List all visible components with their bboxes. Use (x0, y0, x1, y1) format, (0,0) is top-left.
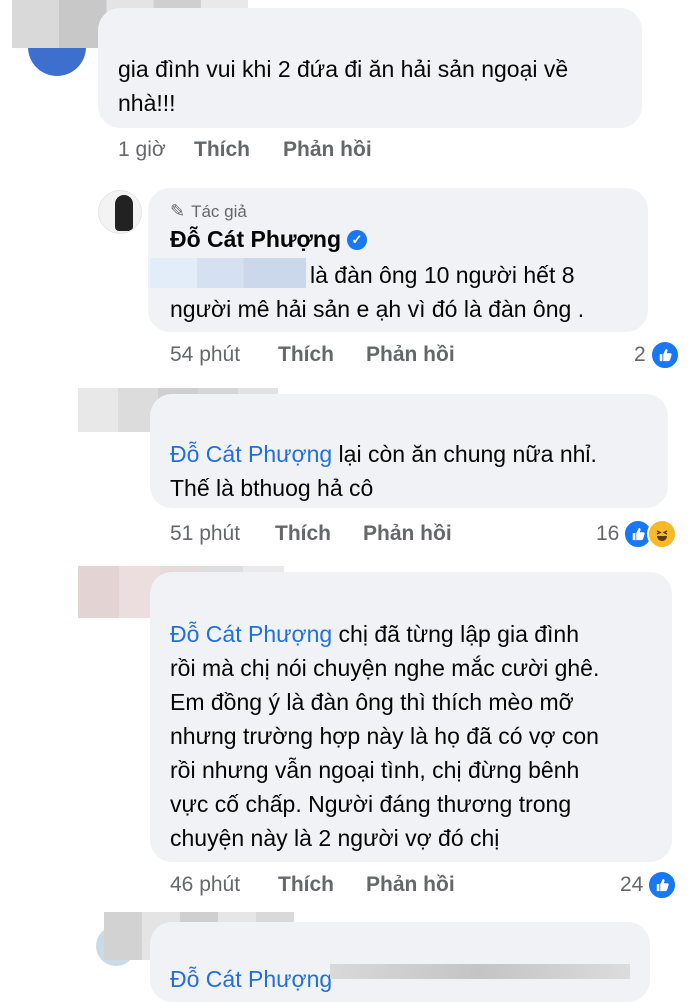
comment-text-line: Em đồng ý là đàn ông thì thích mèo mỡ (170, 689, 574, 715)
reply-button[interactable]: Phản hồi (283, 138, 372, 162)
comment-meta: 46 phút Thích Phản hồi (170, 873, 570, 901)
comment-time[interactable]: 51 phút (170, 522, 240, 546)
comment-text-line: nhà!!! (118, 90, 176, 116)
mention-link[interactable]: Đỗ Cát Phượng (170, 441, 332, 467)
comment-text-line: vực cố chấp. Người đáng thương trong (170, 791, 572, 817)
comment-meta: 51 phút Thích Phản hồi (170, 522, 570, 550)
mention-link[interactable]: Đỗ Cát Phượng (170, 621, 332, 647)
comment-text: lại còn ăn chung nữa nhỉ. (332, 441, 597, 467)
comment-text-line: Đỗ Cát Phượng lại còn ăn chung nữa nhỉ. (170, 437, 597, 471)
comment-text-line: rồi mà chị nói chuyện nghe mắc cười ghê. (170, 655, 600, 681)
author-name[interactable]: Đỗ Cát Phượng (170, 226, 341, 253)
comment-meta: 54 phút Thích Phản hồi (170, 343, 570, 371)
reply-button[interactable]: Phản hồi (363, 522, 452, 546)
comment-time[interactable]: 46 phút (170, 873, 240, 897)
comment-text-line: là đàn ông 10 người hết 8 (310, 262, 575, 288)
comment-text-line: rồi nhưng vẫn ngoại tình, chị đừng bênh (170, 757, 580, 783)
reaction-count: 16 (596, 522, 620, 545)
reaction-summary[interactable]: 2 (634, 340, 680, 370)
verified-badge-icon: ✓ (347, 229, 367, 250)
comment-text: chị đã từng lập gia đình (332, 621, 580, 647)
like-reaction-icon (649, 340, 680, 370)
comment-time[interactable]: 1 giờ (118, 138, 166, 162)
comment-text-line: nhưng trường hợp này là họ đã có vợ con (170, 723, 599, 749)
reaction-count: 2 (634, 343, 646, 366)
like-button[interactable]: Thích (275, 522, 331, 546)
like-button[interactable]: Thích (194, 138, 250, 162)
reaction-summary[interactable]: 16 (596, 519, 678, 549)
reaction-summary[interactable]: 24 (620, 870, 678, 900)
comment-text-line: Thế là bthuog hả cô (170, 475, 374, 501)
author-badge: ✎ Tác giả (170, 201, 247, 222)
comment-text-line: Đỗ Cát Phượng chị đã từng lập gia đình (170, 617, 579, 651)
comment-text-line: chuyện này là 2 người vợ đó chị (170, 825, 500, 851)
author-name-row: Đỗ Cát Phượng ✓ (170, 226, 367, 253)
like-button[interactable]: Thích (278, 873, 334, 897)
reply-button[interactable]: Phản hồi (366, 873, 455, 897)
like-button[interactable]: Thích (278, 343, 334, 367)
mention-link[interactable]: Đỗ Cát Phượng (170, 962, 332, 996)
author-badge-label: Tác giả (191, 201, 247, 221)
comment-meta: 1 giờ Thích Phản hồi (118, 138, 518, 166)
author-avatar[interactable] (98, 190, 142, 234)
comment-text-line: gia đình vui khi 2 đứa đi ăn hải sản ngo… (118, 56, 569, 82)
comment-text-line: người mê hải sản e ạh vì đó là đàn ông . (170, 296, 585, 322)
comment-time[interactable]: 54 phút (170, 343, 240, 367)
like-reaction-icon (647, 870, 678, 900)
haha-reaction-icon (647, 519, 678, 549)
reply-button[interactable]: Phản hồi (366, 343, 455, 367)
pen-icon: ✎ (170, 201, 186, 221)
reaction-count: 24 (620, 873, 644, 896)
blurred-mention (150, 258, 306, 288)
blurred-text (330, 964, 630, 979)
